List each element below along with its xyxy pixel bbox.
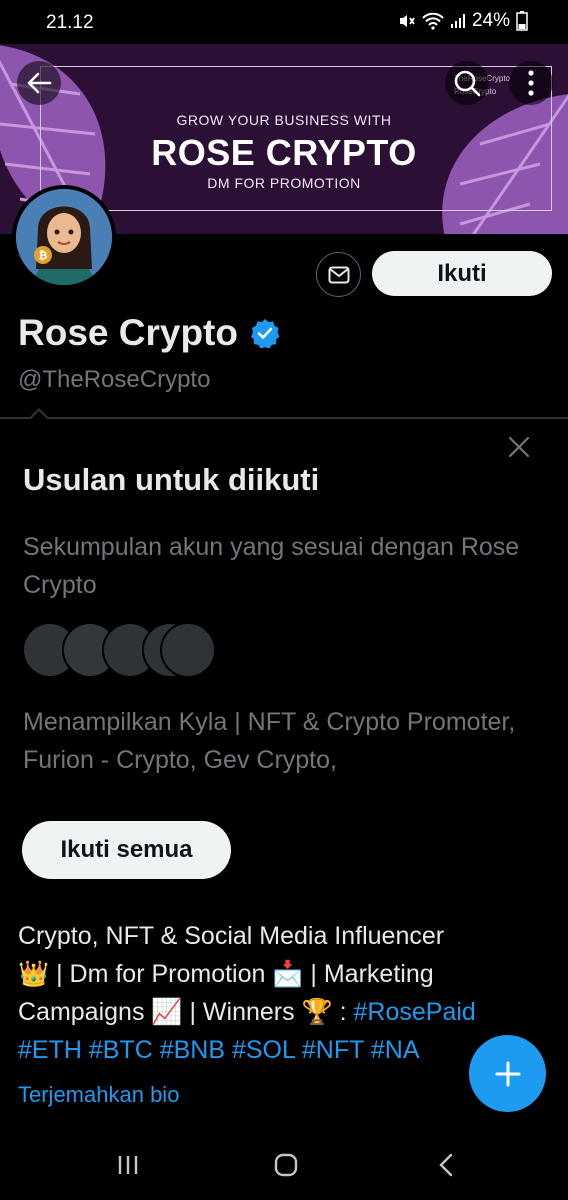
suggestions-notch-inner xyxy=(31,411,47,419)
profile-name-row: Rose Crypto xyxy=(18,312,280,354)
recent-apps-button[interactable] xyxy=(106,1148,150,1182)
suggestions-title: Usulan untuk diikuti xyxy=(23,462,320,497)
profile-avatar[interactable]: ₿ xyxy=(12,185,116,289)
back-nav-button[interactable] xyxy=(424,1148,468,1182)
compose-button[interactable] xyxy=(469,1035,546,1112)
bio-text: Campaigns 📈 | Winners 🏆 : xyxy=(18,998,354,1026)
bio-line: Crypto, NFT & Social Media Influencer xyxy=(18,922,445,950)
translate-bio-link[interactable]: Terjemahkan bio xyxy=(18,1082,179,1108)
banner-top-text: GROW YOUR BUSINESS WITH xyxy=(176,112,392,128)
plus-icon xyxy=(495,1061,520,1086)
profile-handle: @TheRoseCrypto xyxy=(18,366,211,393)
avatar-illustration: ₿ xyxy=(16,189,112,285)
close-icon xyxy=(508,436,530,458)
bio-line: 👑 | Dm for Promotion 📩 | Marketing xyxy=(18,960,434,988)
more-options-button[interactable] xyxy=(509,61,553,105)
home-button[interactable] xyxy=(264,1148,308,1182)
more-vertical-icon xyxy=(528,70,534,96)
signal-icon xyxy=(450,13,466,29)
chevron-left-icon xyxy=(439,1153,453,1177)
svg-text:₿: ₿ xyxy=(39,250,48,262)
wifi-icon xyxy=(422,12,444,30)
mute-icon xyxy=(398,12,416,30)
suggestions-description: Sekumpulan akun yang sesuai dengan Rose … xyxy=(23,533,520,599)
profile-name: Rose Crypto xyxy=(18,312,238,353)
status-bar: 21.12 24% xyxy=(0,0,568,44)
suggested-accounts-avatars[interactable] xyxy=(22,622,222,678)
system-nav-bar xyxy=(0,1130,568,1200)
bio-line: Campaigns 📈 | Winners 🏆 : #RosePaid xyxy=(18,993,548,1031)
battery-text: 24% xyxy=(471,10,510,31)
status-time: 21.12 xyxy=(46,12,94,33)
mail-icon xyxy=(328,266,349,283)
close-suggestions-button[interactable] xyxy=(502,430,536,464)
battery-icon xyxy=(516,11,528,31)
back-button[interactable] xyxy=(17,61,61,105)
follow-all-button[interactable]: Ikuti semua xyxy=(22,821,231,879)
home-icon xyxy=(274,1153,298,1177)
arrow-left-icon xyxy=(27,72,52,94)
follow-button[interactable]: Ikuti xyxy=(372,251,552,296)
recent-apps-icon xyxy=(118,1156,138,1174)
search-button[interactable] xyxy=(445,61,489,105)
suggestions-divider xyxy=(0,417,568,419)
profile-bio: Crypto, NFT & Social Media Influencer 👑 … xyxy=(18,917,548,1069)
status-icons: 24% xyxy=(398,10,528,32)
suggested-accounts-text[interactable]: Menampilkan Kyla | NFT & Crypto Promoter… xyxy=(23,703,543,779)
message-button[interactable] xyxy=(316,252,361,297)
search-icon xyxy=(454,70,481,97)
suggested-avatar xyxy=(160,622,216,678)
verified-badge-icon[interactable] xyxy=(250,318,280,348)
hashtag-links[interactable]: #ETH #BTC #BNB #SOL #NFT #NA xyxy=(18,1031,548,1069)
banner-main-text: ROSE CRYPTO xyxy=(151,132,417,173)
hashtag-link[interactable]: #RosePaid xyxy=(354,998,476,1026)
